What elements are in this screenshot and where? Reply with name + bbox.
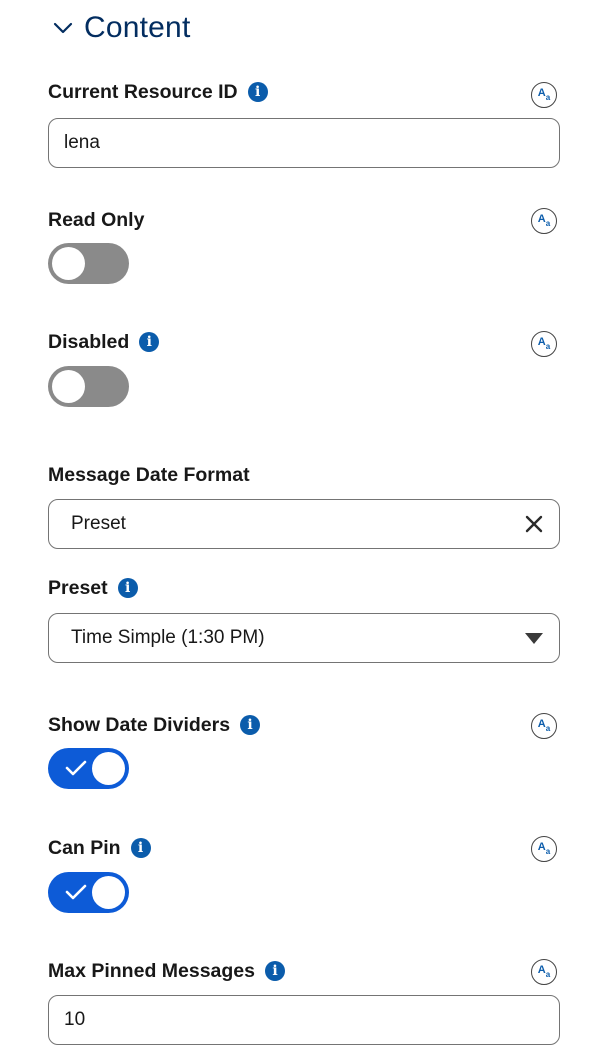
message-date-format-label: Message Date Format: [48, 463, 250, 486]
text-format-icon[interactable]: Aa: [531, 82, 557, 108]
text-format-icon[interactable]: Aa: [531, 208, 557, 234]
field-label-row: Show Date Dividers i: [48, 713, 261, 737]
preset-select[interactable]: Time Simple (1:30 PM): [48, 613, 560, 663]
resource-id-label: Current Resource ID: [48, 80, 238, 103]
resource-id-input[interactable]: lena: [48, 118, 560, 168]
info-icon[interactable]: i: [117, 578, 138, 598]
section-header-content[interactable]: Content: [52, 8, 190, 48]
info-icon[interactable]: i: [130, 838, 151, 858]
disabled-label: Disabled: [48, 330, 130, 353]
resource-id-value: lena: [64, 132, 100, 153]
max-pinned-messages-value: 10: [64, 1009, 86, 1030]
max-pinned-messages-input[interactable]: 10: [48, 995, 560, 1045]
show-date-dividers-toggle[interactable]: [48, 748, 129, 789]
info-icon[interactable]: i: [247, 82, 268, 102]
preset-value: Time Simple (1:30 PM): [71, 627, 265, 648]
field-label-row: Read Only: [48, 208, 144, 232]
field-label-row: Current Resource ID i: [48, 80, 268, 104]
max-pinned-messages-label: Max Pinned Messages: [48, 959, 255, 982]
can-pin-label: Can Pin: [48, 836, 121, 859]
message-date-format-value: Preset: [71, 513, 126, 534]
text-format-icon[interactable]: Aa: [531, 959, 557, 985]
info-icon[interactable]: i: [265, 961, 285, 981]
clear-icon[interactable]: [523, 513, 545, 535]
toggle-knob: [52, 370, 85, 403]
text-format-icon[interactable]: Aa: [531, 836, 557, 862]
dropdown-caret-icon: [525, 632, 543, 644]
field-label-row: Disabled i: [48, 330, 160, 354]
field-label-row: Preset i: [48, 576, 138, 600]
disabled-toggle[interactable]: [48, 366, 129, 407]
read-only-toggle[interactable]: [48, 243, 129, 284]
read-only-label: Read Only: [48, 208, 145, 231]
field-label-row: Max Pinned Messages i: [48, 959, 285, 983]
chevron-down-icon: [53, 22, 73, 34]
section-title: Content: [84, 11, 191, 44]
field-label-row: Message Date Format: [48, 463, 250, 487]
info-icon[interactable]: i: [240, 715, 261, 735]
message-date-format-combobox[interactable]: Preset: [48, 499, 560, 549]
toggle-knob: [92, 876, 125, 909]
field-label-row: Can Pin i: [48, 836, 151, 860]
text-format-icon[interactable]: Aa: [531, 331, 557, 357]
toggle-knob: [52, 247, 85, 280]
info-icon[interactable]: i: [139, 332, 160, 352]
show-date-dividers-label: Show Date Dividers: [48, 713, 231, 736]
checkmark-icon: [65, 884, 87, 900]
preset-label: Preset: [48, 576, 108, 599]
can-pin-toggle[interactable]: [48, 872, 129, 913]
checkmark-icon: [65, 760, 87, 776]
text-format-icon[interactable]: Aa: [531, 713, 557, 739]
toggle-knob: [92, 752, 125, 785]
